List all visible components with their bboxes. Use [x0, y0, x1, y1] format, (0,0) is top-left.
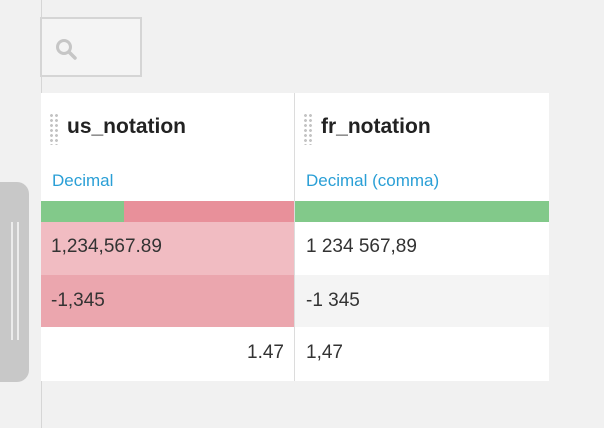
- column-name[interactable]: us_notation: [67, 115, 186, 139]
- column-meaning[interactable]: Decimal (comma): [306, 171, 439, 191]
- column-name[interactable]: fr_notation: [321, 115, 431, 139]
- table-cell[interactable]: 1,47: [295, 327, 549, 381]
- quality-invalid-segment: [124, 201, 294, 222]
- data-table: us_notation Decimal 1,234,567.89 -1,345 …: [41, 93, 549, 381]
- table-cell[interactable]: 1,234,567.89: [41, 222, 294, 275]
- grip-line: [11, 222, 13, 340]
- search-icon: [56, 39, 77, 60]
- sidebar-toggle-handle[interactable]: [0, 182, 29, 382]
- column-fr-notation: fr_notation Decimal (comma) 1 234 567,89…: [295, 93, 549, 381]
- table-cell[interactable]: -1,345: [41, 275, 294, 327]
- column-header[interactable]: fr_notation Decimal (comma): [295, 93, 549, 201]
- search-box[interactable]: [40, 17, 142, 77]
- column-header[interactable]: us_notation Decimal: [41, 93, 294, 201]
- column-meaning[interactable]: Decimal: [52, 171, 113, 191]
- drag-handle-icon[interactable]: [49, 113, 59, 145]
- grip-line: [17, 222, 19, 340]
- table-cell[interactable]: 1.47: [41, 327, 294, 381]
- table-cell[interactable]: -1 345: [295, 275, 549, 327]
- drag-handle-icon[interactable]: [303, 113, 313, 145]
- quality-bar[interactable]: [295, 201, 549, 222]
- quality-valid-segment: [41, 201, 125, 222]
- column-us-notation: us_notation Decimal 1,234,567.89 -1,345 …: [41, 93, 294, 381]
- quality-bar[interactable]: [41, 201, 294, 222]
- quality-valid-segment: [295, 201, 549, 222]
- table-cell[interactable]: 1 234 567,89: [295, 222, 549, 275]
